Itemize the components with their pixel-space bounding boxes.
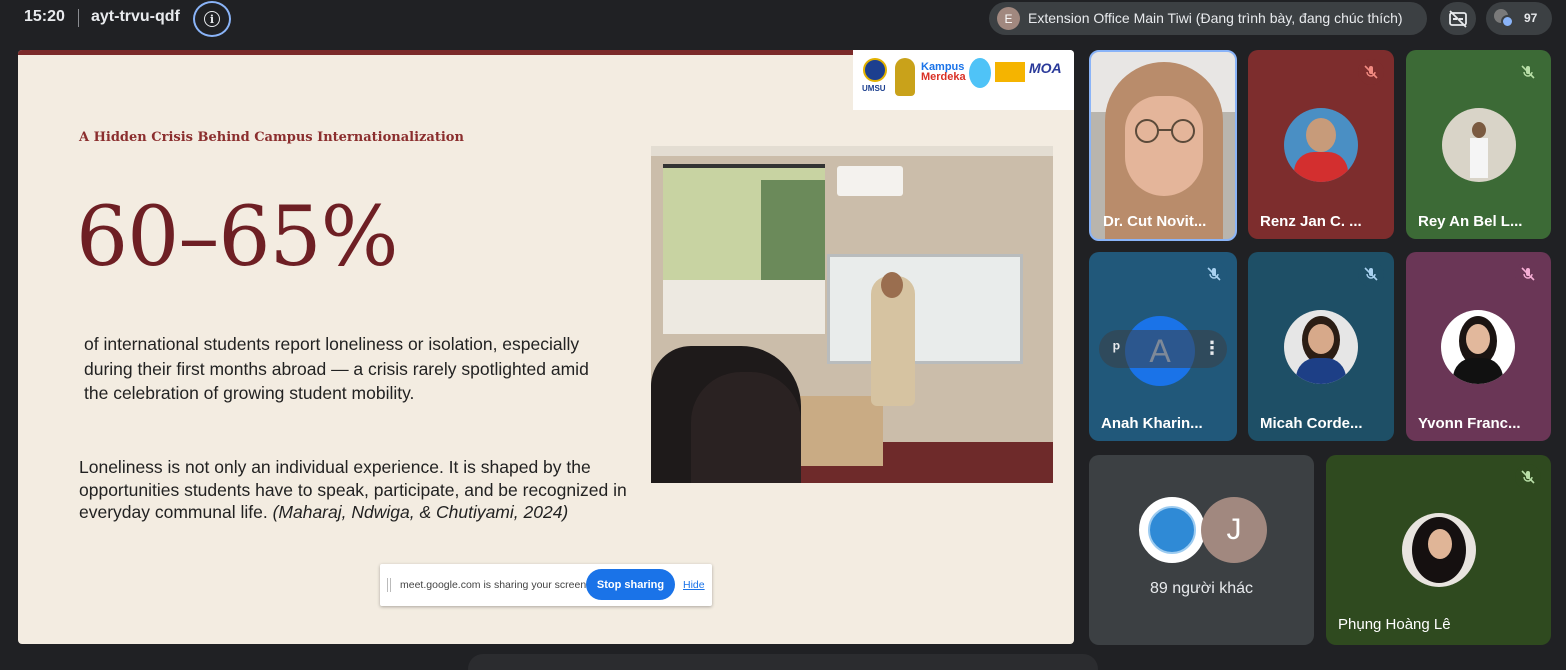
participant-name: Dr. Cut Novit... — [1103, 213, 1207, 230]
whiteboard — [827, 254, 1023, 364]
mic-off-icon — [1515, 261, 1541, 287]
mic-off-icon — [1358, 59, 1384, 85]
divider — [78, 9, 79, 27]
meeting-info-button[interactable]: i — [193, 1, 231, 37]
participant-tile-8[interactable]: Phụng Hoàng Lê — [1326, 455, 1551, 645]
participant-tile-6[interactable]: Yvonn Franc... — [1406, 252, 1551, 441]
participant-name: Renz Jan C. ... — [1260, 213, 1362, 230]
bottom-control-bar — [468, 654, 1098, 670]
slide-heading: A Hidden Crisis Behind Campus Internatio… — [79, 130, 464, 145]
stop-sharing-button[interactable]: Stop sharing — [586, 569, 675, 600]
more-options-icon[interactable]: ⋮ — [1203, 338, 1221, 359]
screen-sharing-bar: meet.google.com is sharing your screen. … — [380, 564, 712, 606]
participant-avatar — [1402, 513, 1476, 587]
participant-avatar — [1284, 108, 1358, 182]
participant-count: 97 — [1524, 11, 1538, 25]
circle-logo — [969, 58, 991, 88]
merdeka-text: Merdeka — [921, 71, 966, 83]
moa-logo: MOA — [1029, 60, 1062, 76]
partner-logos: UMSU Kampus Merdeka MOA — [853, 50, 1074, 110]
participant-name: Phụng Hoàng Lê — [1338, 616, 1451, 633]
mic-off-icon — [1358, 261, 1384, 287]
presenter-chip[interactable]: E Extension Office Main Tiwi (Đang trình… — [989, 2, 1427, 35]
captions-off-icon — [1449, 9, 1467, 28]
presenter-status: Extension Office Main Tiwi (Đang trình b… — [1028, 10, 1403, 26]
participant-avatar — [1442, 108, 1516, 182]
participant-avatar — [1139, 497, 1205, 563]
participant-avatar — [1441, 310, 1515, 384]
participant-tile-1[interactable]: Dr. Cut Novit... — [1089, 50, 1237, 241]
participant-name: Anah Kharin... — [1101, 415, 1203, 432]
slide-paragraph-1: of international students report lonelin… — [84, 334, 589, 403]
info-icon: i — [204, 11, 220, 27]
stars-logo — [995, 62, 1025, 82]
meeting-code[interactable]: ayt-trvu-qdf — [91, 8, 180, 26]
participant-name: Rey An Bel L... — [1418, 213, 1523, 230]
air-conditioner — [837, 166, 903, 196]
mic-off-icon — [1515, 464, 1541, 490]
participant-avatar: J — [1201, 497, 1267, 563]
others-count-label: 89 người khác — [1149, 580, 1254, 597]
top-bar: 15:20 ayt-trvu-qdf i E Extension Office … — [0, 0, 1566, 38]
hide-link[interactable]: Hide — [683, 579, 705, 591]
participant-tile-2[interactable]: Renz Jan C. ... — [1248, 50, 1394, 239]
participant-avatar — [1284, 310, 1358, 384]
umsu-logo-text: UMSU — [862, 84, 886, 93]
participant-tile-4[interactable]: A ᵖ ⋮ Anah Kharin... — [1089, 252, 1237, 441]
slide-paragraph-2: Loneliness is not only an individual exp… — [79, 456, 669, 524]
classroom-photo — [651, 146, 1053, 483]
sharing-message: meet.google.com is sharing your screen. — [400, 579, 590, 591]
glasses-shape — [1135, 119, 1195, 143]
citation: (Maharaj, Ndwiga, & Chutiyami, 2024) — [272, 502, 569, 522]
tile-hover-controls: ᵖ ⋮ — [1099, 330, 1227, 368]
clock: 15:20 — [24, 8, 65, 25]
presenter-avatar: E — [997, 7, 1020, 30]
shared-slide: UMSU Kampus Merdeka MOA A Hidden Crisis … — [18, 50, 1074, 644]
pin-icon[interactable]: ᵖ — [1113, 338, 1120, 359]
mic-off-icon — [1515, 59, 1541, 85]
participant-tile-5[interactable]: Micah Corde... — [1248, 252, 1394, 441]
umsu-logo — [863, 58, 887, 82]
participant-tile-3[interactable]: Rey An Bel L... — [1406, 50, 1551, 239]
participant-video — [1125, 96, 1203, 196]
badge-logo — [895, 58, 915, 96]
participant-name: Yvonn Franc... — [1418, 415, 1521, 432]
captions-off-button[interactable] — [1440, 2, 1476, 35]
kampus-merdeka-logo: Kampus Merdeka — [921, 62, 966, 83]
mic-off-icon — [1201, 261, 1227, 287]
participants-button[interactable]: 97 — [1486, 2, 1552, 35]
participant-name: Micah Corde... — [1260, 415, 1363, 432]
other-participants-tile[interactable]: J 89 người khác — [1089, 455, 1314, 645]
slide-top-border — [18, 50, 853, 55]
participant-avatar-icon — [1501, 15, 1514, 28]
drag-handle-icon[interactable] — [387, 578, 391, 592]
big-statistic: 60–65% — [76, 190, 399, 285]
